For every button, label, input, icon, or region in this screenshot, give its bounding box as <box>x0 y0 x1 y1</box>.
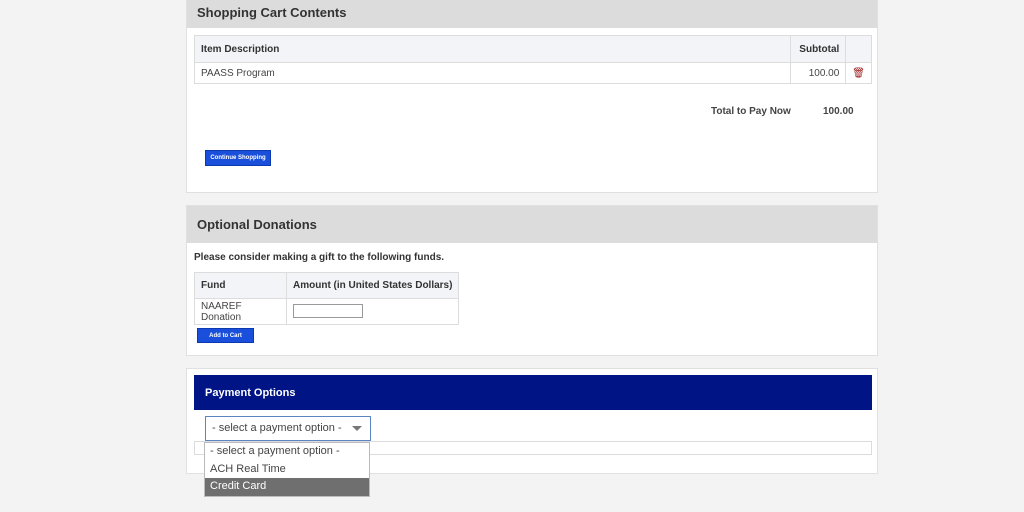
payment-option-dropdown: - select a payment option - ACH Real Tim… <box>204 442 370 497</box>
cart-table: Item Description Subtotal PAASS Program … <box>193 35 872 84</box>
cart-title: Shopping Cart Contents <box>187 0 877 28</box>
payment-title: Payment Options <box>194 375 872 410</box>
shopping-cart-panel: Shopping Cart Contents Item Description … <box>186 0 878 193</box>
total-value: 100.00 <box>823 106 854 117</box>
option-select-placeholder[interactable]: - select a payment option - <box>205 443 369 461</box>
amount-cell <box>285 298 460 325</box>
delete-item-button[interactable]: 🗑 <box>845 62 872 84</box>
payment-option-select[interactable]: - select a payment option - <box>205 416 371 441</box>
item-subtotal: 100.00 <box>790 62 847 84</box>
donations-title: Optional Donations <box>187 206 877 243</box>
optional-donations-panel: Optional Donations Please consider makin… <box>186 205 878 356</box>
item-description: PAASS Program <box>193 62 792 84</box>
col-amount: Amount (in United States Dollars) <box>285 272 460 299</box>
payment-select-value: - select a payment option - <box>212 422 342 434</box>
donations-table: Fund Amount (in United States Dollars) N… <box>194 272 460 325</box>
fund-name: NAAREF Donation <box>194 298 287 325</box>
col-item-description: Item Description <box>193 35 792 63</box>
add-to-cart-button[interactable]: Add to Cart <box>197 328 254 343</box>
col-actions <box>845 35 872 63</box>
total-label: Total to Pay Now <box>711 106 791 117</box>
donation-amount-input[interactable] <box>293 304 363 319</box>
chevron-down-icon[interactable] <box>352 426 362 431</box>
continue-shopping-button[interactable]: Continue Shopping <box>205 150 271 166</box>
option-credit-card[interactable]: Credit Card <box>205 478 369 496</box>
trash-icon[interactable]: 🗑 <box>852 68 865 79</box>
col-fund: Fund <box>194 272 287 299</box>
table-row: NAAREF Donation <box>194 298 460 325</box>
col-subtotal: Subtotal <box>790 35 847 63</box>
donations-intro: Please consider making a gift to the fol… <box>194 252 445 263</box>
table-row: PAASS Program 100.00 🗑 <box>193 62 872 84</box>
option-ach-real-time[interactable]: ACH Real Time <box>205 461 369 479</box>
